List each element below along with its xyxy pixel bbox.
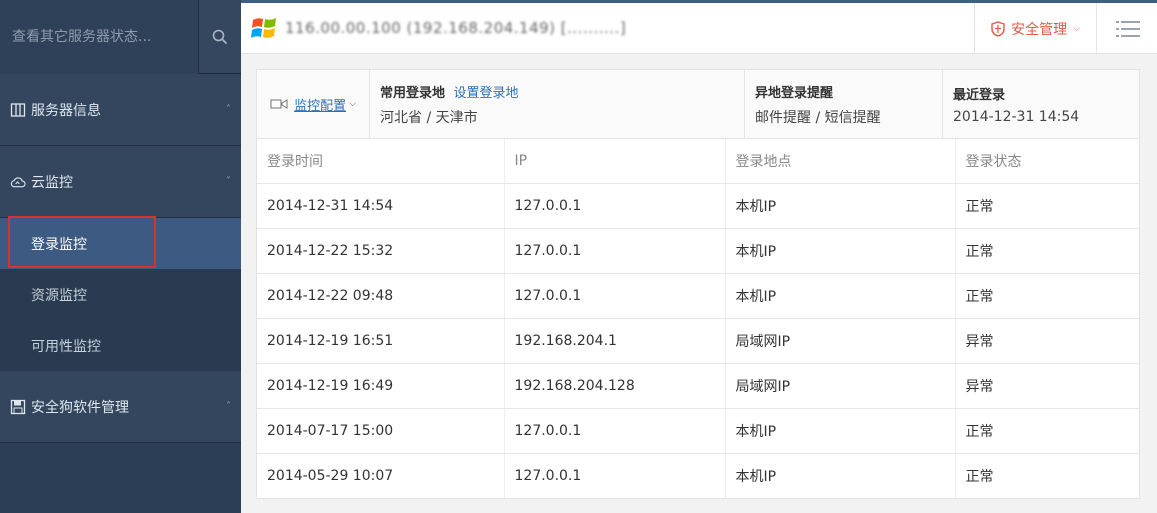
chevron-down-icon: ˅ (226, 176, 231, 187)
cell-ip: 127.0.0.1 (504, 183, 726, 229)
server-search-input[interactable] (0, 0, 198, 74)
search-button[interactable] (198, 0, 241, 73)
login-info-bar: 监控配置 ⌵ 常用登录地 设置登录地 河北省 / 天津市 异地登录提醒 邮件提醒… (256, 69, 1140, 139)
table-row: 2014-07-17 15:00 127.0.0.1 本机IP 正常 (257, 408, 1139, 454)
server-info-icon (10, 102, 26, 118)
common-login-title: 常用登录地 (380, 85, 446, 101)
cell-location: 本机IP (725, 408, 956, 454)
column-header-login-time: 登录时间 (257, 139, 505, 184)
chevron-down-icon[interactable]: ⌵ (349, 99, 356, 109)
cell-status: 正常 (955, 408, 1139, 454)
remote-alert-value: 邮件提醒 / 短信提醒 (755, 109, 881, 126)
common-login-title-row: 常用登录地 设置登录地 (380, 82, 734, 101)
column-header-status: 登录状态 (955, 139, 1139, 184)
search-icon (212, 29, 228, 44)
column-header-location: 登录地点 (725, 139, 956, 184)
cell-login-time: 2014-12-19 16:49 (257, 363, 505, 409)
cell-status: 正常 (955, 183, 1139, 229)
security-management-label: 安全管理 (1011, 21, 1068, 38)
sidebar-item-login-monitor[interactable]: 登录监控 (0, 216, 241, 269)
table-header-row: 登录时间 IP 登录地点 登录状态 (257, 139, 1139, 184)
menu-group-cloud-monitor[interactable]: 云监控 ˅ (0, 146, 241, 218)
login-table: 登录时间 IP 登录地点 登录状态 2014-12-31 14:54 127.0… (257, 139, 1139, 498)
menu-group-server-info[interactable]: 服务器信息 ˄ (0, 74, 241, 146)
cell-login-time: 2014-12-22 15:32 (257, 228, 505, 274)
recent-login-value: 2014-12-31 14:54 (953, 108, 1080, 125)
cell-ip: 127.0.0.1 (504, 408, 726, 454)
monitor-config-link[interactable]: 监控配置 (294, 95, 346, 114)
cell-status: 正常 (965, 468, 994, 485)
column-header-ip: IP (504, 139, 726, 184)
table-row: 2014-12-22 09:48 127.0.0.1 本机IP 正常 (257, 273, 1139, 319)
cell-ip: 127.0.0.1 (504, 228, 726, 274)
menu-button[interactable] (1099, 3, 1157, 54)
table-row: 2014-12-19 16:51 192.168.204.1 局域网IP 异常 (257, 318, 1139, 364)
cell-location: 本机IP (725, 183, 956, 229)
server-name: 116.00.00.100 (192.168.204.149) [.......… (285, 19, 627, 37)
shield-icon (991, 20, 1005, 37)
login-records-table: 登录时间 IP 登录地点 登录状态 2014-12-31 14:54 127.0… (256, 139, 1140, 499)
cell-status: 正常 (955, 273, 1139, 319)
remote-login-alert-cell: 异地登录提醒 邮件提醒 / 短信提醒 (745, 70, 943, 138)
list-menu-icon (1116, 20, 1140, 37)
common-login-cell: 常用登录地 设置登录地 河北省 / 天津市 (370, 70, 745, 138)
cell-location: 本机IP (725, 273, 956, 319)
highlight-box (8, 216, 156, 268)
chevron-down-icon: ⌵ (1073, 23, 1080, 34)
cell-status: 异常 (955, 318, 1139, 364)
table-row: 2014-05-29 10:07 127.0.0.1 本机IP 正常 (257, 453, 1139, 498)
menu-group-label: 云监控 (31, 174, 73, 191)
cell-login-time: 2014-07-17 15:00 (257, 408, 505, 454)
server-title: 116.00.00.100 (192.168.204.149) [.......… (251, 15, 626, 41)
save-icon (10, 399, 26, 415)
table-row: 2014-12-22 15:32 127.0.0.1 本机IP 正常 (257, 228, 1139, 274)
menu-group-label: 安全狗软件管理 (31, 399, 129, 416)
chevron-up-icon: ˄ (226, 104, 231, 115)
sidebar-item-resource-monitor[interactable]: 资源监控 (0, 269, 241, 320)
set-login-location-link[interactable]: 设置登录地 (454, 86, 519, 101)
server-search-bar (0, 0, 241, 74)
table-row: 2014-12-31 14:54 127.0.0.1 本机IP 正常 (257, 183, 1139, 229)
menu-group-label: 服务器信息 (31, 102, 101, 119)
remote-alert-title: 异地登录提醒 (755, 85, 834, 101)
sidebar-item-label: 可用性监控 (31, 338, 101, 355)
cell-login-time: 2014-12-31 14:54 (257, 183, 505, 229)
common-login-value: 河北省 / 天津市 (380, 109, 478, 126)
cell-login-time: 2014-05-29 10:07 (257, 453, 505, 498)
camera-icon (270, 99, 288, 109)
cell-ip: 192.168.204.128 (504, 363, 726, 409)
cell-location: 本机IP (725, 228, 956, 274)
windows-logo-icon (251, 18, 276, 38)
monitor-config-cell: 监控配置 ⌵ (257, 70, 370, 138)
recent-login-title: 最近登录 (953, 87, 1006, 103)
table-row: 2014-12-19 16:49 192.168.204.128 局域网IP 异… (257, 363, 1139, 409)
top-bar: 116.00.00.100 (192.168.204.149) [.......… (241, 0, 1157, 54)
cell-ip: 127.0.0.1 (504, 273, 726, 319)
sidebar: 服务器信息 ˄ 云监控 ˅ 登录监控 资源监控 可用性监控 安全狗软件管理 ˄ (0, 0, 241, 513)
sidebar-item-availability-monitor[interactable]: 可用性监控 (0, 320, 241, 371)
menu-group-safedog-software[interactable]: 安全狗软件管理 ˄ (0, 371, 241, 443)
cell-login-time: 2014-12-19 16:51 (257, 318, 505, 364)
cell-login-time: 2014-12-22 09:48 (257, 273, 505, 319)
cell-ip: 127.0.0.1 (504, 453, 726, 498)
cell-location: 局域网IP (725, 318, 956, 364)
cell-status: 正常 (955, 228, 1139, 274)
cell-status: 异常 (955, 363, 1139, 409)
cloud-icon (10, 174, 26, 190)
cell-location: 局域网IP (725, 363, 956, 409)
cell-ip: 192.168.204.1 (504, 318, 726, 364)
cell-location: 本机IP (725, 453, 956, 498)
security-management-menu[interactable]: 安全管理 ⌵ (974, 3, 1097, 54)
chevron-up-icon: ˄ (226, 401, 231, 412)
recent-login-cell: 最近登录 2014-12-31 14:54 (943, 70, 1139, 138)
sidebar-item-label: 资源监控 (31, 287, 87, 304)
